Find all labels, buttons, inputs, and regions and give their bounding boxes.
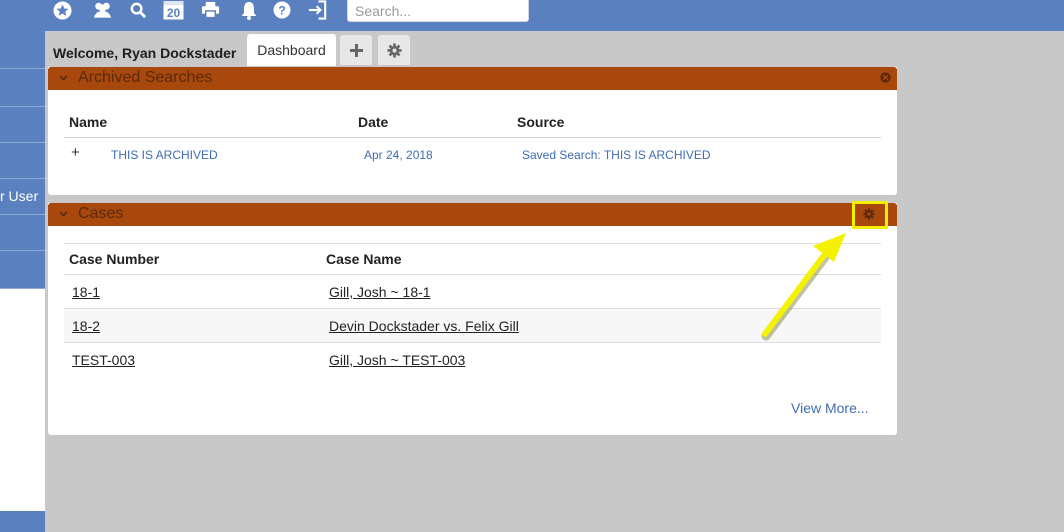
dashboard-settings-button[interactable] [378, 35, 410, 65]
svg-text:?: ? [278, 4, 285, 18]
panel-title: Cases [78, 205, 124, 222]
welcome-text: Welcome, Ryan Dockstader [53, 45, 237, 61]
column-header-case-number: Case Number [69, 251, 160, 267]
sidebar-item[interactable] [0, 215, 45, 251]
gear-icon [386, 42, 402, 58]
chevron-down-icon[interactable] [58, 206, 69, 222]
plus-icon [349, 43, 363, 57]
left-sidebar: r User [0, 31, 45, 532]
sidebar-item-label: r User [0, 188, 39, 204]
calendar-icon[interactable]: 20 [163, 0, 184, 20]
table-row [64, 343, 881, 377]
case-number-link[interactable]: TEST-003 [72, 352, 135, 368]
star-icon[interactable] [52, 0, 72, 20]
top-toolbar: 20 ? [0, 0, 1064, 31]
logout-icon[interactable] [307, 0, 329, 20]
sidebar-item[interactable] [0, 69, 45, 107]
print-icon[interactable] [200, 0, 220, 20]
users-icon[interactable] [91, 0, 113, 20]
tab-dashboard[interactable]: Dashboard [247, 34, 336, 66]
calendar-day-text: 20 [167, 6, 181, 20]
case-name-link[interactable]: Devin Dockstader vs. Felix Gill [329, 318, 519, 334]
archived-searches-header: Archived Searches [48, 67, 897, 90]
sidebar-item[interactable] [0, 107, 45, 143]
help-icon[interactable]: ? [272, 0, 291, 20]
search-icon[interactable] [129, 0, 147, 20]
column-header-name: Name [69, 114, 108, 130]
close-icon[interactable] [880, 72, 891, 83]
case-number-link[interactable]: 18-2 [72, 318, 100, 334]
add-tab-button[interactable] [340, 35, 372, 65]
table-top-border [64, 243, 881, 244]
sidebar-item-user[interactable]: r User [0, 179, 45, 215]
case-number-link[interactable]: 18-1 [72, 284, 100, 300]
cases-panel: Cases Case Number Case Name 18-1 Gill, J… [48, 203, 897, 435]
bell-icon[interactable] [240, 0, 258, 20]
sidebar-item[interactable] [0, 31, 45, 69]
archived-search-source-link[interactable]: Saved Search: THIS IS ARCHIVED [522, 148, 711, 162]
view-more-link[interactable]: View More... [791, 400, 869, 416]
panel-title: Archived Searches [78, 69, 213, 86]
cases-header: Cases [48, 203, 897, 226]
search-input[interactable] [347, 0, 529, 22]
header-divider [64, 137, 881, 138]
table-row [64, 275, 881, 309]
column-header-case-name: Case Name [326, 251, 402, 267]
archived-search-date: Apr 24, 2018 [364, 148, 433, 162]
expand-row-button[interactable]: + [71, 144, 80, 161]
highlight-box [852, 201, 888, 229]
case-name-link[interactable]: Gill, Josh ~ TEST-003 [329, 352, 465, 368]
column-header-date: Date [358, 114, 389, 130]
sidebar-item[interactable] [0, 511, 45, 532]
archived-search-name-link[interactable]: THIS IS ARCHIVED [111, 148, 218, 162]
chevron-down-icon[interactable] [58, 70, 69, 86]
column-header-source: Source [517, 114, 565, 130]
sidebar-item[interactable] [0, 143, 45, 179]
sidebar-item[interactable] [0, 251, 45, 289]
archived-searches-panel: Archived Searches Name Date Source + THI… [48, 67, 897, 195]
case-name-link[interactable]: Gill, Josh ~ 18-1 [329, 284, 431, 300]
